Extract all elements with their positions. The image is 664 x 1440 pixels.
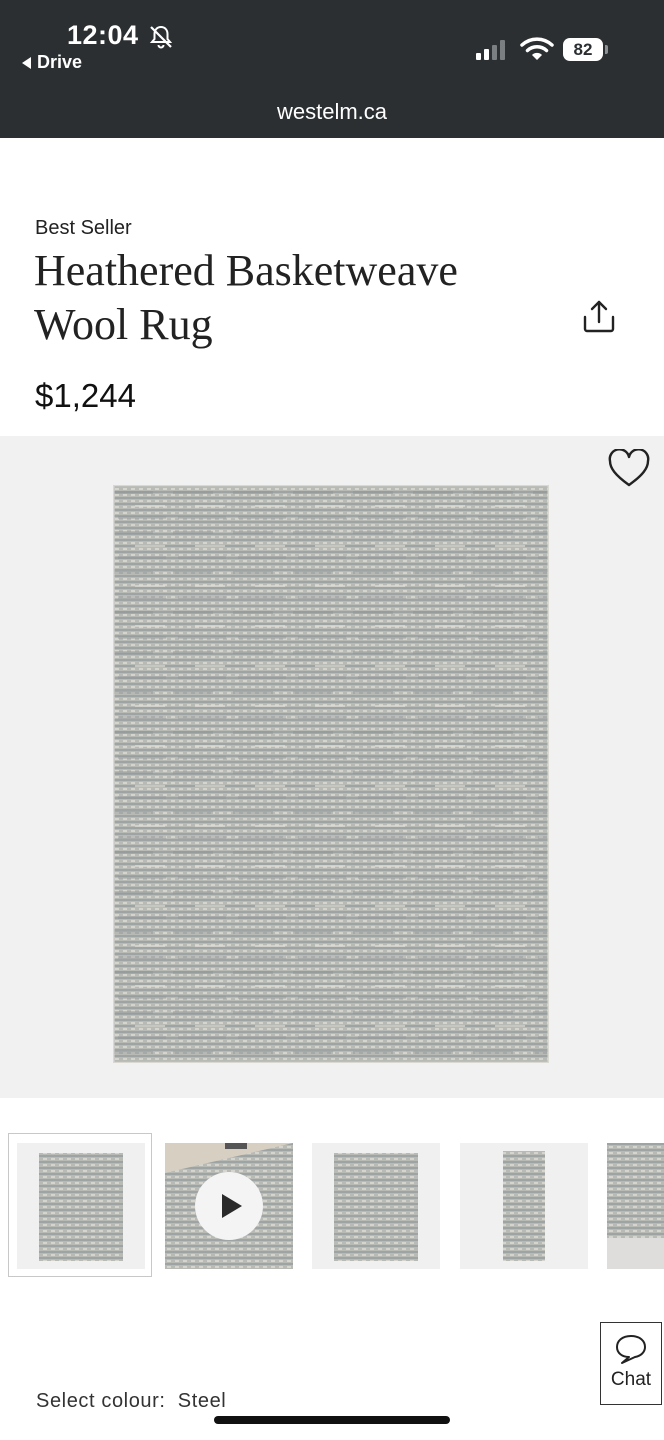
colour-selector: Select colour: Steel	[36, 1390, 226, 1413]
thumbnail-rug-front-image	[17, 1143, 145, 1269]
play-icon	[221, 1194, 242, 1218]
cellular-signal-icon	[476, 38, 505, 60]
wifi-icon	[520, 37, 554, 60]
share-icon[interactable]	[580, 298, 618, 336]
thumbnail-detail-image	[607, 1143, 664, 1269]
thumbnail-runner-image	[460, 1143, 588, 1269]
rug-image	[113, 485, 549, 1063]
thumbnail-detail[interactable]	[607, 1143, 664, 1269]
chat-label: Chat	[610, 1369, 652, 1390]
thumbnail-video[interactable]	[165, 1143, 293, 1269]
status-time: 12:04	[67, 20, 139, 50]
thumbnail-rug-front-alt[interactable]	[312, 1143, 440, 1269]
address-bar-url[interactable]: westelm.ca	[0, 99, 664, 125]
battery-nub	[605, 45, 608, 54]
home-indicator[interactable]	[214, 1416, 450, 1424]
back-app-label: Drive	[37, 52, 83, 72]
chat-button[interactable]: Chat	[600, 1322, 662, 1405]
battery-indicator: 82	[563, 38, 603, 61]
thumbnail-rug-front[interactable]	[17, 1143, 145, 1269]
play-button[interactable]	[195, 1172, 263, 1240]
product-title: Heathered Basketweave Wool Rug	[34, 246, 458, 349]
colour-label: Select colour:	[36, 1390, 166, 1412]
best-seller-badge: Best Seller	[35, 217, 132, 239]
back-arrow-icon	[22, 56, 31, 69]
silent-bell-icon	[149, 25, 173, 49]
back-to-app-link[interactable]: Drive	[22, 52, 82, 73]
colour-value: Steel	[177, 1390, 227, 1412]
favorite-heart-icon[interactable]	[607, 449, 651, 489]
thumbnail-rug-front-alt-image	[312, 1143, 440, 1269]
thumbnail-runner[interactable]	[460, 1143, 588, 1269]
browser-top-bar: 12:04 Drive 82 westelm.ca	[0, 0, 664, 138]
chat-bubble-icon	[616, 1335, 646, 1364]
product-price: $1,244	[35, 377, 136, 414]
